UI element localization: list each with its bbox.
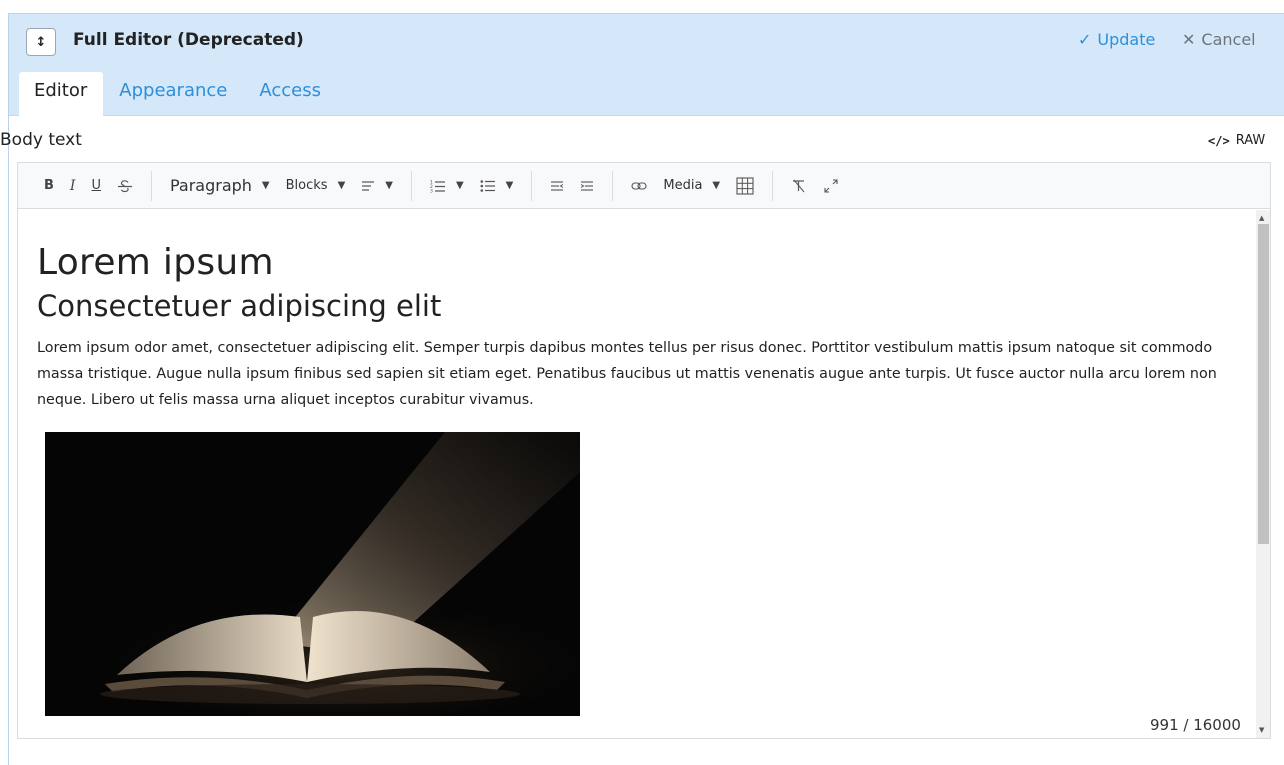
- scroll-up-arrow-icon[interactable]: ▲: [1259, 214, 1264, 222]
- drag-vertical-icon[interactable]: ↕: [26, 28, 56, 56]
- indent-button[interactable]: [572, 171, 602, 201]
- toolbar-divider: [410, 170, 412, 201]
- media-label: Media: [663, 178, 703, 193]
- scrollbar-thumb[interactable]: [1258, 224, 1269, 544]
- caret-down-icon: ▼: [712, 180, 721, 191]
- clear-formatting-button[interactable]: [783, 171, 815, 201]
- blocks-dropdown[interactable]: Blocks ▼: [278, 171, 354, 201]
- tab-bar: Editor Appearance Access: [19, 72, 337, 116]
- expand-icon: [824, 178, 838, 193]
- numbered-list-dropdown[interactable]: 1 2 3 ▼: [422, 171, 472, 201]
- editor-content-area[interactable]: Lorem ipsum Consectetuer adipiscing elit…: [19, 210, 1255, 738]
- rich-text-editor: B I U Paragraph ▼ Blocks ▼ ▼ 1 2 3 ▼ ▼ M…: [17, 162, 1271, 739]
- toolbar-divider: [531, 170, 533, 201]
- caret-down-icon: ▼: [455, 180, 464, 191]
- toolbar-divider: [150, 170, 152, 201]
- caret-down-icon: ▼: [505, 180, 514, 191]
- code-icon: </>: [1208, 133, 1230, 148]
- update-label: Update: [1097, 30, 1156, 49]
- svg-text:3: 3: [430, 188, 433, 193]
- media-dropdown[interactable]: Media ▼: [655, 171, 728, 201]
- tab-access[interactable]: Access: [243, 72, 337, 116]
- strikethrough-icon: [117, 179, 132, 192]
- link-icon: [631, 181, 647, 190]
- strikethrough-button[interactable]: [109, 171, 141, 201]
- outdent-icon: [551, 180, 564, 191]
- character-counter: 991 / 16000: [1150, 716, 1241, 734]
- cancel-label: Cancel: [1201, 30, 1256, 49]
- panel-title: Full Editor (Deprecated): [73, 30, 304, 50]
- toolbar-divider: [612, 170, 614, 201]
- bold-button[interactable]: B: [36, 171, 62, 201]
- caret-down-icon: ▼: [385, 180, 393, 191]
- update-button[interactable]: ✓ Update: [1078, 30, 1155, 49]
- bullet-list-icon: [480, 179, 495, 192]
- fullscreen-button[interactable]: [815, 171, 847, 201]
- numbered-list-icon: 1 2 3: [430, 179, 445, 193]
- scroll-down-arrow-icon[interactable]: ▼: [1259, 726, 1264, 734]
- field-label: Body text: [0, 130, 82, 150]
- content-heading-2: Consectetuer adipiscing elit: [37, 289, 442, 323]
- cancel-button[interactable]: ✕ Cancel: [1182, 30, 1256, 49]
- close-icon: ✕: [1182, 30, 1196, 49]
- align-left-icon: [362, 180, 375, 191]
- content-heading-1: Lorem ipsum: [37, 242, 274, 283]
- table-button[interactable]: [728, 171, 762, 201]
- paragraph-label: Paragraph: [169, 176, 252, 195]
- check-icon: ✓: [1078, 30, 1092, 49]
- indent-icon: [581, 180, 594, 191]
- toolbar-divider: [772, 170, 774, 201]
- clear-formatting-icon: [793, 179, 805, 192]
- table-icon: [736, 176, 754, 195]
- caret-down-icon: ▼: [261, 180, 270, 191]
- blocks-label: Blocks: [285, 178, 328, 193]
- align-dropdown[interactable]: ▼: [353, 171, 401, 201]
- italic-button[interactable]: I: [62, 171, 84, 201]
- bullet-list-dropdown[interactable]: ▼: [472, 171, 522, 201]
- editor-scrollbar[interactable]: ▲ ▼: [1256, 210, 1270, 738]
- raw-label: RAW: [1235, 133, 1266, 148]
- link-button[interactable]: [623, 171, 655, 201]
- open-book-illustration: [45, 432, 580, 716]
- paragraph-format-dropdown[interactable]: Paragraph ▼: [162, 171, 278, 201]
- tab-editor[interactable]: Editor: [19, 72, 104, 116]
- tab-appearance[interactable]: Appearance: [103, 72, 243, 116]
- open-book-image[interactable]: [45, 432, 580, 716]
- outdent-button[interactable]: [542, 171, 572, 201]
- underline-button[interactable]: U: [83, 171, 109, 201]
- content-paragraph: Lorem ipsum odor amet, consectetuer adip…: [37, 340, 1217, 408]
- raw-toggle-button[interactable]: </> RAW: [1208, 133, 1265, 148]
- editor-toolbar: B I U Paragraph ▼ Blocks ▼ ▼ 1 2 3 ▼ ▼ M…: [18, 163, 1270, 209]
- caret-down-icon: ▼: [337, 180, 346, 191]
